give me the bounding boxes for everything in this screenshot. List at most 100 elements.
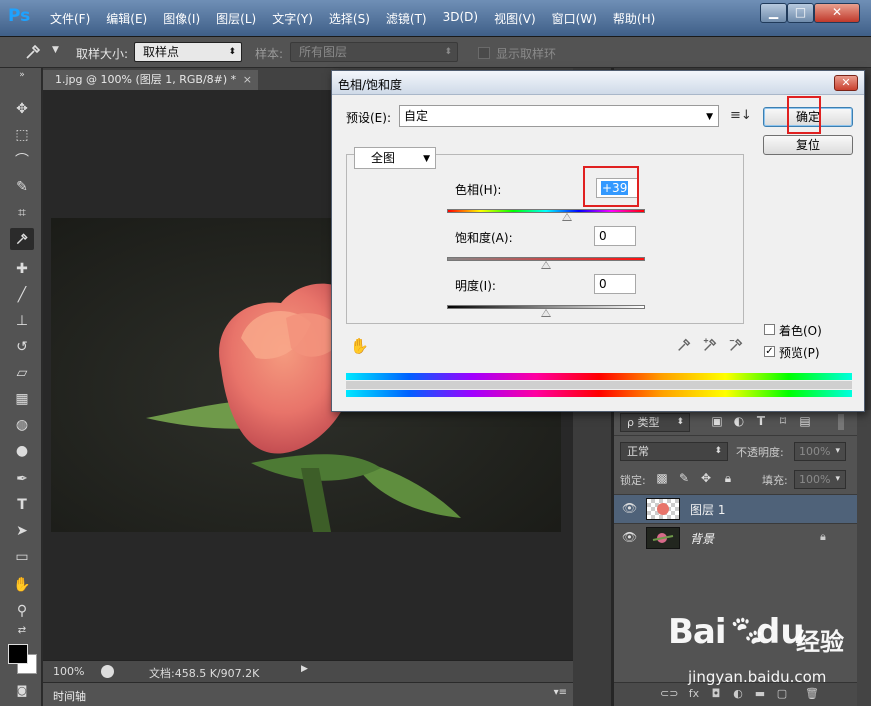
- eye-icon[interactable]: 👁︎: [622, 530, 637, 544]
- show-sampling-ring-checkbox[interactable]: [478, 47, 490, 59]
- path-selection-tool-icon[interactable]: ➤: [10, 520, 34, 542]
- colorize-checkbox[interactable]: [764, 324, 775, 335]
- eyedropper-plus-icon[interactable]: [702, 337, 718, 357]
- lock-pixels-icon[interactable]: ✎: [676, 471, 692, 487]
- gradient-tool-icon[interactable]: ▦: [10, 388, 34, 410]
- saturation-label: 饱和度(A):: [455, 231, 513, 245]
- rectangle-tool-icon[interactable]: ▭: [10, 546, 34, 568]
- healing-brush-tool-icon[interactable]: ✚: [10, 258, 34, 280]
- panel-scrollbar[interactable]: [857, 410, 871, 706]
- layer-row[interactable]: 👁︎ 图层 1: [614, 494, 857, 523]
- dodge-tool-icon[interactable]: ●: [10, 440, 34, 462]
- filter-toggle-icon[interactable]: [838, 414, 844, 430]
- preset-select[interactable]: 自定 ▼: [399, 105, 719, 127]
- crop-tool-icon[interactable]: ⌗: [10, 202, 34, 224]
- eyedropper-icon[interactable]: [676, 337, 692, 357]
- type-tool-icon[interactable]: T: [10, 494, 34, 516]
- shape-filter-icon[interactable]: ⌑: [776, 414, 790, 430]
- fill-input[interactable]: 100% ▾: [794, 470, 846, 489]
- opacity-input[interactable]: 100% ▾: [794, 442, 846, 461]
- smart-object-filter-icon[interactable]: ▤: [798, 414, 812, 430]
- baidu-jingyan-watermark: Bai 🐾︎ du 经验 jingyan.baidu.com: [668, 612, 858, 698]
- eyedropper-tool-icon[interactable]: [10, 228, 34, 250]
- document-tab[interactable]: 1.jpg @ 100% (图层 1, RGB/8#) * ×: [43, 70, 258, 90]
- menu-edit[interactable]: 编辑(E): [106, 10, 147, 27]
- close-icon[interactable]: ✕: [834, 75, 858, 91]
- menu-file[interactable]: 文件(F): [50, 10, 90, 27]
- input-color-bar: [346, 373, 852, 380]
- hue-slider-thumb[interactable]: [562, 213, 573, 221]
- pixel-filter-icon[interactable]: ▣: [710, 414, 724, 430]
- layer-row[interactable]: 👁︎ 背景 🔒︎: [614, 523, 857, 552]
- layer-filter-select[interactable]: ρ 类型 ⬍: [620, 413, 690, 432]
- document-tab-title: 1.jpg @ 100% (图层 1, RGB/8#) *: [55, 73, 237, 86]
- status-menu-arrow-icon[interactable]: ▶: [301, 664, 308, 674]
- maximize-button[interactable]: □: [787, 3, 814, 23]
- eyedropper-icon[interactable]: [24, 43, 44, 61]
- eye-icon[interactable]: 👁︎: [622, 501, 637, 515]
- reset-button[interactable]: 复位: [763, 135, 853, 155]
- layer-name[interactable]: 图层 1: [690, 501, 725, 518]
- swap-colors-icon[interactable]: ⇄: [10, 624, 34, 638]
- menu-window[interactable]: 窗口(W): [552, 10, 597, 27]
- colorize-label[interactable]: 着色(O): [779, 322, 822, 339]
- zoom-level[interactable]: 100%: [53, 665, 84, 678]
- menu-type[interactable]: 文字(Y): [272, 10, 313, 27]
- quick-mask-icon[interactable]: ◙: [10, 680, 34, 702]
- targeted-adjustment-hand-icon[interactable]: ✋: [350, 337, 369, 355]
- hand-tool-icon[interactable]: ✋: [10, 574, 34, 596]
- watermark-brand: Bai: [668, 612, 727, 652]
- clone-stamp-tool-icon[interactable]: ⊥: [10, 310, 34, 332]
- channel-select[interactable]: 全图 ▼: [354, 147, 436, 169]
- layer-filter-row: ρ 类型 ⬍ ▣ ◐ T ⌑ ▤: [614, 410, 857, 436]
- document-info-icon[interactable]: [101, 665, 114, 678]
- sample-select[interactable]: 所有图层 ⬍: [290, 42, 458, 62]
- type-filter-icon[interactable]: T: [754, 414, 768, 430]
- menu-view[interactable]: 视图(V): [494, 10, 536, 27]
- dialog-titlebar[interactable]: 色相/饱和度 ✕: [332, 71, 864, 95]
- quick-selection-tool-icon[interactable]: ✎: [10, 176, 34, 198]
- adjustment-filter-icon[interactable]: ◐: [732, 414, 746, 430]
- menu-select[interactable]: 选择(S): [329, 10, 370, 27]
- panel-menu-icon[interactable]: ▾≡: [554, 687, 567, 698]
- window-close-button[interactable]: ✕: [814, 3, 860, 23]
- lock-transparent-icon[interactable]: ▩: [654, 471, 670, 487]
- timeline-label[interactable]: 时间轴: [53, 688, 86, 704]
- blur-tool-icon[interactable]: ◍: [10, 414, 34, 436]
- menu-layer[interactable]: 图层(L): [216, 10, 256, 27]
- foreground-color-swatch[interactable]: [8, 644, 28, 664]
- eyedropper-minus-icon[interactable]: [728, 337, 744, 357]
- minimize-button[interactable]: ▁: [760, 3, 787, 23]
- sample-size-select[interactable]: 取样点 ⬍: [134, 42, 242, 62]
- lightness-input[interactable]: 0: [594, 274, 636, 294]
- adjustment-group: [346, 154, 744, 324]
- preview-label[interactable]: 预览(P): [779, 344, 820, 361]
- blend-mode-select[interactable]: 正常 ⬍: [620, 442, 728, 461]
- tool-preset-dropdown-icon[interactable]: ▼: [52, 45, 59, 55]
- menu-filter[interactable]: 滤镜(T): [386, 10, 427, 27]
- pen-tool-icon[interactable]: ✒: [10, 468, 34, 490]
- layer-filter-value: ρ 类型: [627, 416, 660, 429]
- layer-name[interactable]: 背景: [690, 530, 714, 547]
- saturation-input[interactable]: 0: [594, 226, 636, 246]
- menu-image[interactable]: 图像(I): [163, 10, 200, 27]
- zoom-tool-icon[interactable]: ⚲: [10, 600, 34, 622]
- menu-help[interactable]: 帮助(H): [613, 10, 655, 27]
- toolbox-collapse-icon[interactable]: »: [10, 70, 34, 80]
- close-icon[interactable]: ×: [243, 70, 252, 90]
- lock-all-icon[interactable]: 🔒︎: [720, 471, 736, 487]
- lasso-tool-icon[interactable]: ⌒: [10, 150, 34, 172]
- marquee-tool-icon[interactable]: ⬚: [10, 124, 34, 146]
- preview-checkbox[interactable]: ✓: [764, 346, 775, 357]
- menu-3d[interactable]: 3D(D): [443, 10, 478, 27]
- lock-position-icon[interactable]: ✥: [698, 471, 714, 487]
- brush-tool-icon[interactable]: ╱: [10, 284, 34, 306]
- fill-label: 填充:: [762, 474, 788, 487]
- hue-slider-track[interactable]: [447, 209, 645, 213]
- history-brush-tool-icon[interactable]: ↺: [10, 336, 34, 358]
- eraser-tool-icon[interactable]: ▱: [10, 362, 34, 384]
- preset-options-icon[interactable]: ≡↓: [730, 108, 752, 123]
- saturation-slider-thumb[interactable]: [541, 261, 551, 269]
- lightness-slider-thumb[interactable]: [541, 309, 551, 317]
- move-tool-icon[interactable]: ✥: [10, 98, 34, 120]
